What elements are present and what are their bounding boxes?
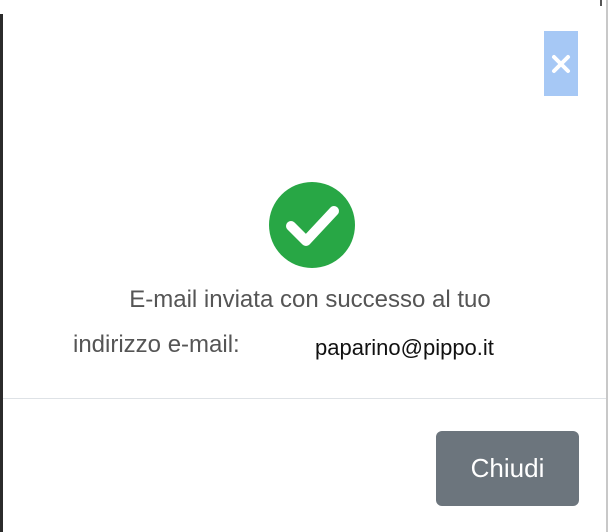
success-message-line-2: indirizzo e-mail: bbox=[73, 331, 240, 358]
email-address: paparino@pippo.it bbox=[315, 335, 494, 360]
footer-divider bbox=[3, 398, 606, 399]
chiudi-button[interactable]: Chiudi bbox=[436, 431, 579, 506]
success-message-line-1: E-mail inviata con successo al tuo bbox=[129, 286, 491, 313]
modal-dialog: E-mail inviata con successo al tuo indir… bbox=[0, 0, 608, 532]
check-circle-icon bbox=[269, 182, 355, 268]
